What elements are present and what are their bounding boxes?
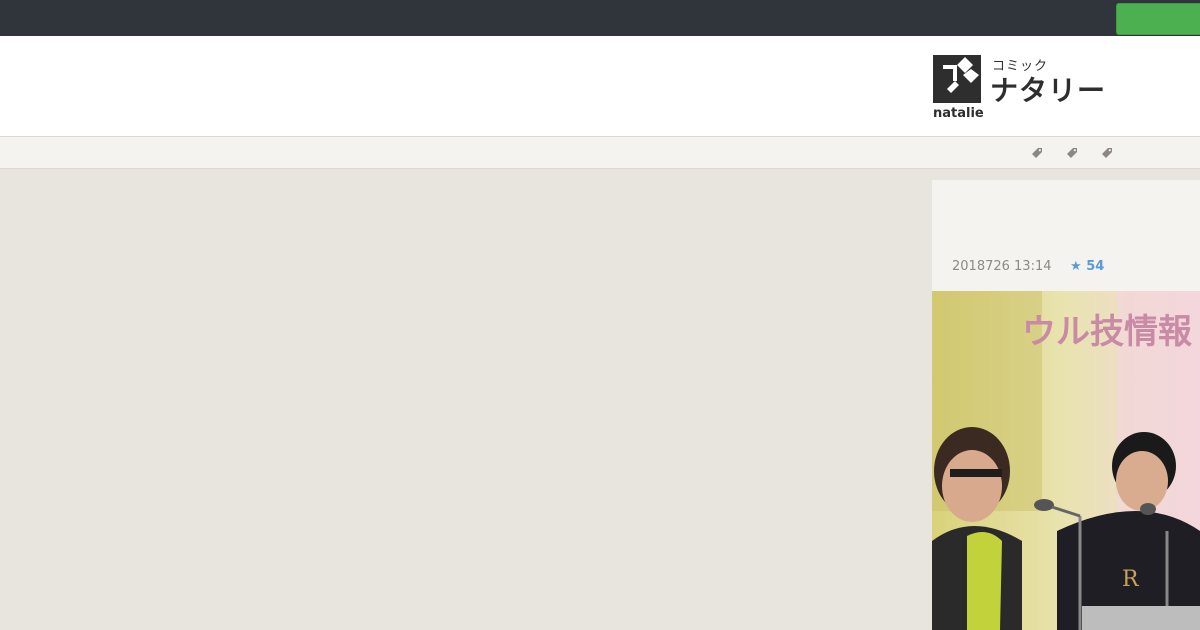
logo-brand: natalie [933, 106, 984, 121]
logo-title: ナタリー [990, 74, 1107, 107]
site-header: コミック ナタリー natalie [0, 36, 1200, 136]
article-photo[interactable]: ウル技情報 R [932, 291, 1200, 630]
photo-sign-text: ウル技情報 [1022, 312, 1192, 352]
top-action-button[interactable] [1116, 3, 1200, 35]
article-date: 2018726 13:14 [952, 259, 1052, 274]
tag-icon[interactable] [1100, 146, 1114, 160]
natalie-logo-icon [933, 55, 981, 103]
tag-icon[interactable] [1065, 146, 1079, 160]
tag-icon[interactable] [1030, 146, 1044, 160]
svg-text:R: R [1122, 567, 1140, 592]
site-logo[interactable]: コミック ナタリー natalie [933, 55, 1113, 125]
article-card[interactable]: 2018726 13:14 ★ 54 ウル技情報 R [932, 180, 1200, 630]
star-count[interactable]: ★ 54 [1070, 259, 1104, 274]
sub-navigation [0, 136, 1200, 169]
star-count-value: 54 [1086, 259, 1105, 274]
event-photo: ウル技情報 R [932, 291, 1200, 630]
top-bar [0, 0, 1200, 36]
star-icon: ★ [1070, 259, 1082, 274]
